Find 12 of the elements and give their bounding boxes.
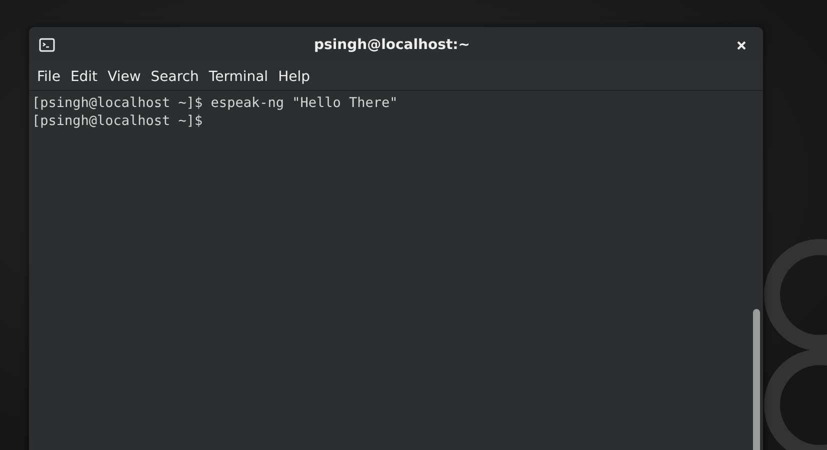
menu-item[interactable]: View <box>102 66 146 88</box>
menu-item[interactable]: Edit <box>65 66 103 88</box>
menu-item[interactable]: Help <box>273 66 315 88</box>
close-icon <box>736 40 746 50</box>
menu-item[interactable]: File <box>32 66 66 88</box>
terminal-line: [psingh@localhost ~]$ espeak-ng "Hello There" <box>32 94 398 112</box>
terminal-icon <box>39 38 55 52</box>
window-title: psingh@localhost:~ <box>312 37 471 53</box>
scrollbar-thumb[interactable] <box>753 309 760 450</box>
menu-item[interactable]: Terminal <box>204 66 274 88</box>
menu-item[interactable]: Search <box>146 66 204 88</box>
terminal-line: [psingh@localhost ~]$ <box>32 112 203 130</box>
